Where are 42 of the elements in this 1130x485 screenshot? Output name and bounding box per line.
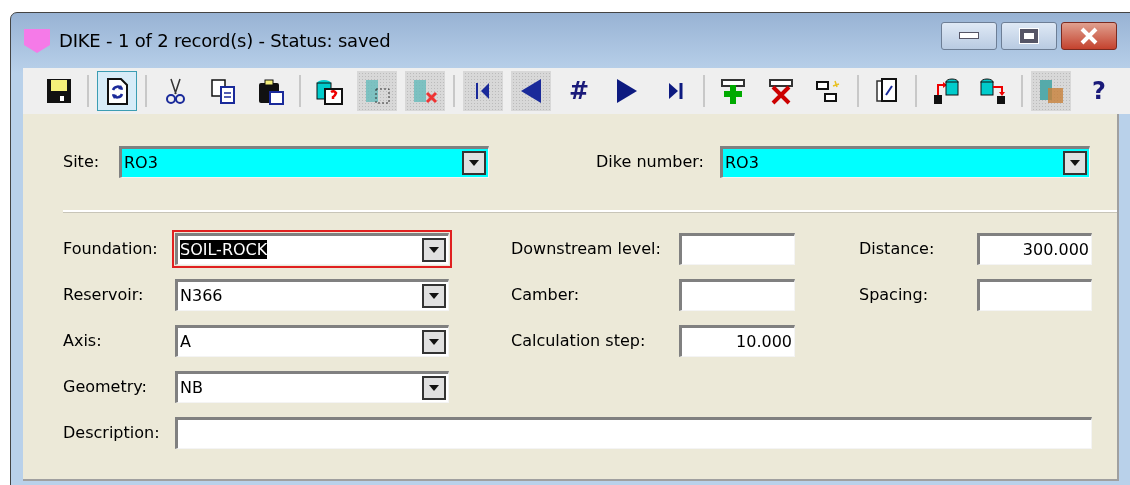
field-label: Camber: (511, 284, 581, 306)
delete-record-icon (767, 77, 795, 105)
field-label: Description: (63, 422, 161, 444)
maximize-icon (1020, 28, 1038, 43)
toolbar-button[interactable]: ? (1079, 71, 1119, 111)
copy-icon (209, 77, 237, 105)
field-label: Axis: (63, 330, 103, 352)
input-field[interactable] (977, 279, 1092, 311)
database-delete-icon (411, 77, 439, 105)
input-field[interactable]: 300.000 (977, 233, 1092, 265)
maximize-button[interactable] (1001, 21, 1057, 50)
dropdown-field[interactable]: RO3 (119, 146, 489, 178)
input-field[interactable] (679, 233, 795, 265)
field-label: Geometry: (63, 376, 148, 398)
shield-icon (23, 26, 51, 55)
input-field[interactable] (679, 279, 795, 311)
input-field[interactable] (175, 417, 1092, 449)
field-label: Site: (63, 151, 101, 173)
field-label: Downstream level: (511, 238, 662, 260)
field-label: Dike number: (595, 151, 705, 173)
field-label: Distance: (859, 238, 936, 260)
dropdown-field[interactable]: NB (175, 371, 449, 403)
dropdown-field[interactable]: A (175, 325, 449, 357)
field-label: Spacing: (859, 284, 930, 306)
field-label: Calculation step: (511, 330, 647, 352)
close-button[interactable] (1061, 21, 1117, 50)
dropdown-field[interactable]: N366 (175, 279, 449, 311)
input-field[interactable]: 10.000 (679, 325, 795, 357)
window-title: DIKE - 1 of 2 record(s) - Status: saved (59, 29, 391, 53)
toolbar-button[interactable]: # (559, 71, 599, 111)
dropdown-field[interactable]: SOIL-ROCK (175, 233, 449, 265)
clipboard-icon (257, 77, 285, 105)
field-label: Reservoir: (63, 284, 145, 306)
close-icon (1078, 26, 1100, 45)
refresh-document-button[interactable] (97, 71, 137, 111)
dropdown-field[interactable]: RO3 (720, 146, 1090, 178)
minimize-icon (959, 32, 979, 39)
import-database-icon (931, 77, 959, 105)
field-label: Foundation: (63, 238, 159, 260)
export-database-icon (979, 77, 1007, 105)
minimize-button[interactable] (941, 21, 997, 50)
add-record-icon (719, 77, 747, 105)
